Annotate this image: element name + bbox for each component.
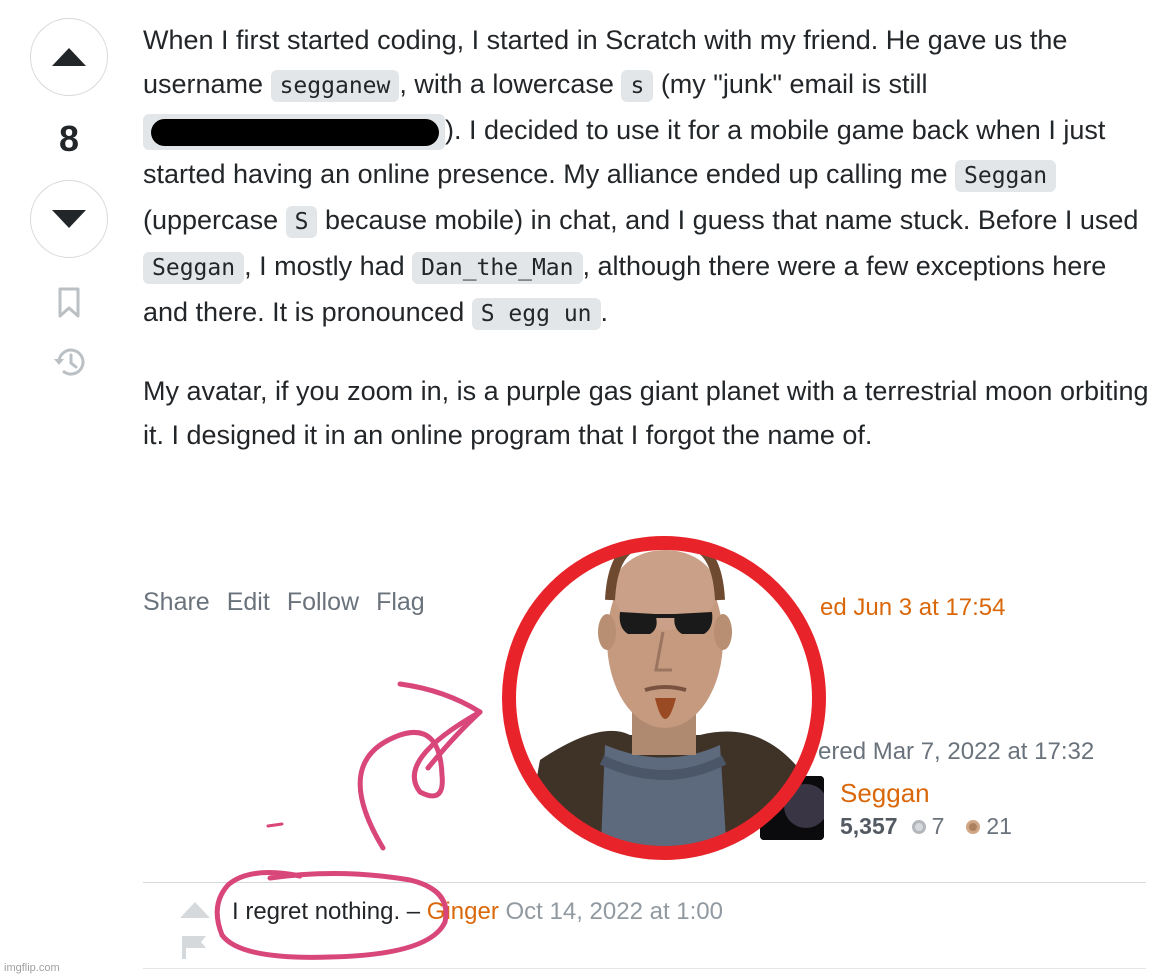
flag-icon [182, 936, 206, 959]
inline-code: Seggan [143, 252, 245, 284]
inline-code: s [621, 70, 654, 102]
triangle-up-icon [52, 48, 86, 66]
history-button[interactable] [52, 345, 86, 379]
comment: I regret nothing. – Ginger Oct 14, 2022 … [232, 898, 723, 926]
inline-code: S egg un [471, 298, 601, 330]
silver-badge-count: 7 [931, 813, 945, 839]
comment-date-link[interactable]: Oct 14, 2022 at 1:00 [506, 898, 724, 925]
post-menu: Share Edit Follow Flag [143, 588, 425, 617]
pink-arrow-head [397, 681, 483, 771]
comment-divider [143, 882, 1146, 883]
user-stats: 5,357 7 21 [840, 813, 1012, 840]
bronze-badge-icon [966, 819, 981, 834]
history-icon [54, 348, 85, 376]
triangle-down-icon [52, 210, 86, 228]
watermark: imgflip.com [4, 962, 60, 974]
post-paragraph-2: My avatar, if you zoom in, is a purple g… [143, 376, 1149, 450]
text-segment: because mobile) in chat, and I guess tha… [317, 205, 1139, 235]
reputation-score: 5,357 [840, 813, 898, 839]
comment-text: I regret nothing. [232, 898, 401, 925]
inline-code: Seggan [955, 160, 1057, 192]
comment-dash: – [400, 898, 427, 925]
flag-link[interactable]: Flag [376, 588, 425, 617]
triangle-up-icon [180, 902, 210, 918]
share-link[interactable]: Share [143, 588, 210, 617]
bronze-badge-count: 21 [986, 813, 1012, 839]
text-segment: . [600, 297, 609, 327]
text-segment: , with a lowercase [399, 69, 622, 99]
vote-count: 8 [58, 118, 80, 159]
comment-flag-button[interactable] [182, 934, 208, 965]
post-paragraph-1: When I first started coding, I started i… [143, 18, 1153, 336]
answered-timestamp: ered Mar 7, 2022 at 17:32 [818, 738, 1095, 765]
upvote-button[interactable] [30, 18, 108, 96]
bookmark-button[interactable] [52, 286, 86, 320]
inline-code: Dan_the_Man [412, 252, 583, 284]
pink-arrow [357, 709, 483, 851]
user-avatar[interactable] [760, 776, 824, 840]
planet-avatar-image [760, 776, 824, 840]
text-segment: (my "junk" email is still [653, 69, 928, 99]
downvote-button[interactable] [30, 180, 108, 258]
edited-timestamp[interactable]: ed Jun 3 at 17:54 [820, 594, 1005, 622]
user-name-link[interactable]: Seggan [840, 778, 930, 809]
comment-author-link[interactable]: Ginger [427, 898, 499, 925]
silver-badge-icon [911, 819, 926, 834]
redacted-email [143, 113, 445, 150]
inline-code: segganew [270, 70, 400, 102]
follow-link[interactable]: Follow [287, 588, 359, 617]
comment-upvote-button[interactable] [180, 902, 210, 923]
post-body: When I first started coding, I started i… [143, 18, 1153, 457]
text-segment: , I mostly had [244, 251, 413, 281]
bookmark-icon [58, 287, 80, 318]
text-segment: (uppercase [143, 205, 286, 235]
edit-link[interactable]: Edit [227, 588, 270, 617]
comment-divider-bottom [143, 968, 1146, 969]
inline-code: S [285, 206, 318, 238]
